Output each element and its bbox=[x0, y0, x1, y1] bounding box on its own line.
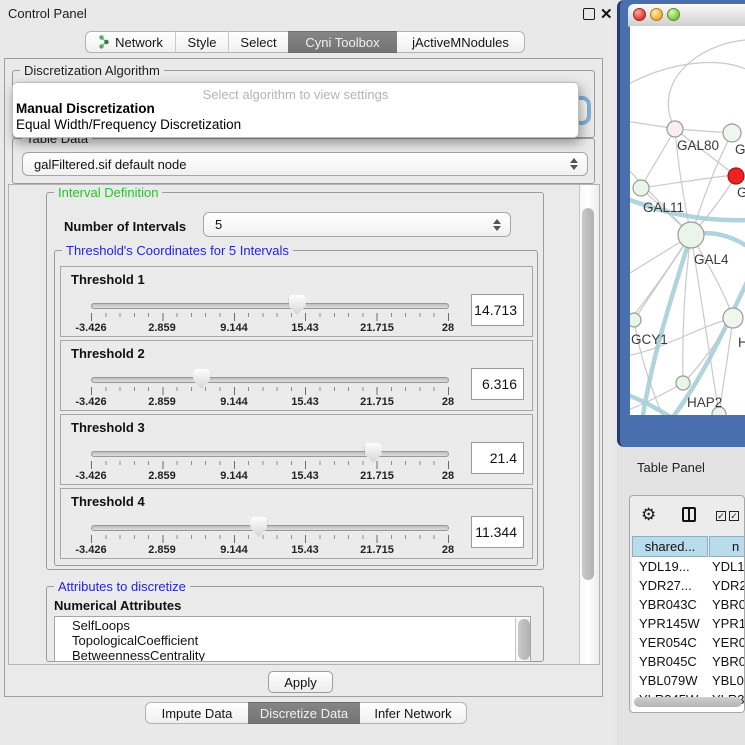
threshold-2-slider-thumb[interactable] bbox=[193, 369, 210, 389]
table-row[interactable]: YIL052CYIL0 bbox=[632, 709, 745, 713]
tab-discretize-data[interactable]: Discretize Data bbox=[248, 702, 360, 724]
threshold-1-value-field[interactable]: 14.713 bbox=[471, 294, 524, 326]
stepper-icon bbox=[570, 158, 578, 170]
table-row[interactable]: YPR145WYPR1 bbox=[632, 614, 745, 633]
table-row[interactable]: YBL079WYBL0 bbox=[632, 671, 745, 690]
node-label: HAP2 bbox=[687, 395, 722, 410]
gear-icon[interactable]: ⚙ bbox=[641, 505, 656, 525]
horizontal-scrollbar-thumb[interactable] bbox=[634, 697, 742, 707]
thresholds-group-label: Threshold's Coordinates for 5 Intervals bbox=[62, 243, 293, 258]
node-hap2[interactable] bbox=[676, 376, 690, 390]
tab-jactivemnodules[interactable]: jActiveMNodules bbox=[397, 31, 525, 53]
node-highlighted-red[interactable] bbox=[728, 168, 744, 184]
tab-infer-network[interactable]: Infer Network bbox=[360, 702, 467, 724]
tab-network[interactable]: Network bbox=[85, 31, 175, 53]
node-gcy1[interactable] bbox=[630, 313, 641, 327]
node-h[interactable] bbox=[723, 308, 743, 328]
list-item[interactable]: TopologicalCoefficient bbox=[72, 633, 198, 648]
table-row[interactable]: YBR045CYBR0 bbox=[632, 652, 745, 671]
threshold-1-slider-thumb[interactable] bbox=[289, 295, 306, 315]
threshold-4-panel: Threshold 4 -3.426 2.859 9.144 15.43 21.… bbox=[60, 488, 533, 559]
node-label: GA bbox=[735, 142, 745, 157]
node-label: G bbox=[737, 185, 745, 200]
column-header-name[interactable]: n bbox=[709, 536, 745, 557]
close-icon[interactable]: ✕ bbox=[600, 5, 613, 23]
table-panel-box: ⚙ ✓ ✓ shared... n YDL19...YDL1 YDR27...Y… bbox=[629, 495, 745, 713]
threshold-4-slider-thumb[interactable] bbox=[250, 517, 267, 537]
list-scrollbar[interactable] bbox=[515, 618, 529, 661]
threshold-2-panel: Threshold 2 -3.426 2.859 9.144 15.43 21.… bbox=[60, 340, 533, 411]
table-data-combo[interactable]: galFiltered.sif default node bbox=[22, 152, 588, 176]
zoom-window-icon[interactable] bbox=[667, 8, 680, 21]
threshold-4-slider-track[interactable] bbox=[91, 525, 449, 531]
node-gal80[interactable] bbox=[667, 121, 683, 137]
control-panel: Control Panel ✕ Network Style Select Cyn… bbox=[0, 0, 613, 745]
tab-style[interactable]: Style bbox=[175, 31, 228, 53]
network-canvas[interactable]: GAL80 GA G GAL11 GAL4 GCY1 H HAP2 bbox=[630, 26, 745, 415]
column-header-shared[interactable]: shared... bbox=[632, 536, 708, 557]
node-label: H bbox=[738, 335, 745, 350]
dropdown-hint: Select algorithm to view settings bbox=[13, 87, 578, 102]
list-item[interactable]: BetweennessCentrality bbox=[72, 648, 205, 662]
node-gal11[interactable] bbox=[633, 180, 649, 196]
number-of-intervals-label: Number of Intervals bbox=[64, 219, 186, 234]
interval-definition-label: Interval Definition bbox=[54, 185, 162, 200]
apply-button[interactable]: Apply bbox=[268, 671, 333, 693]
threshold-3-panel: Threshold 3 -3.426 2.859 9.144 15.43 21.… bbox=[60, 414, 533, 485]
numerical-attributes-list: SelfLoops TopologicalCoefficient Between… bbox=[54, 616, 531, 662]
node-label: GAL11 bbox=[643, 200, 684, 215]
threshold-2-slider-track[interactable] bbox=[91, 377, 449, 383]
settings-scrollbar[interactable] bbox=[579, 185, 599, 664]
close-window-icon[interactable] bbox=[633, 8, 646, 21]
list-item[interactable]: SelfLoops bbox=[72, 618, 130, 633]
settings-scrollbar-thumb[interactable] bbox=[582, 208, 594, 580]
threshold-3-value-field[interactable]: 21.4 bbox=[471, 442, 524, 474]
panel-title: Control Panel bbox=[8, 6, 87, 21]
number-of-intervals-combo[interactable]: 5 bbox=[203, 212, 511, 237]
dropdown-option-equal-width[interactable]: Equal Width/Frequency Discretization bbox=[16, 117, 241, 132]
table-row[interactable]: YDR27...YDR2 bbox=[632, 576, 745, 595]
discretization-algorithm-label: Discretization Algorithm bbox=[20, 63, 164, 78]
dropdown-option-manual[interactable]: Manual Discretization bbox=[16, 101, 155, 116]
threshold-3-slider-thumb[interactable] bbox=[365, 443, 382, 463]
node-top-right[interactable] bbox=[723, 124, 741, 142]
table-panel-title: Table Panel bbox=[637, 460, 705, 475]
threshold-1-slider-track[interactable] bbox=[91, 303, 449, 309]
columns-icon[interactable] bbox=[682, 507, 696, 522]
checkbox-icon[interactable]: ✓ bbox=[729, 511, 739, 521]
node-label: GAL4 bbox=[694, 252, 729, 267]
table-row[interactable]: YBR043CYBR0 bbox=[632, 595, 745, 614]
tab-impute-data[interactable]: Impute Data bbox=[145, 702, 248, 724]
algorithm-dropdown-popup: Select algorithm to view settings Manual… bbox=[12, 82, 579, 138]
table-row[interactable]: YER054CYER0 bbox=[632, 633, 745, 652]
threshold-1-panel: Threshold 1 -3.426 2.859 9.144 15.43 21.… bbox=[60, 266, 533, 337]
checkbox-icon[interactable]: ✓ bbox=[716, 511, 726, 521]
minimize-window-icon[interactable] bbox=[650, 8, 663, 21]
tab-select[interactable]: Select bbox=[228, 31, 288, 53]
network-icon bbox=[98, 35, 110, 49]
tab-cyni-toolbox[interactable]: Cyni Toolbox bbox=[288, 31, 397, 53]
threshold-2-value-field[interactable]: 6.316 bbox=[471, 368, 524, 400]
node-gal4[interactable] bbox=[678, 222, 704, 248]
numerical-attributes-label: Numerical Attributes bbox=[54, 598, 181, 613]
table-row[interactable]: YDL19...YDL1 bbox=[632, 557, 745, 576]
attributes-group-label: Attributes to discretize bbox=[54, 579, 190, 594]
threshold-3-slider-track[interactable] bbox=[91, 451, 449, 457]
horizontal-scrollbar[interactable] bbox=[632, 695, 744, 709]
float-window-icon[interactable] bbox=[583, 8, 595, 20]
threshold-4-value-field[interactable]: 11.344 bbox=[471, 516, 524, 548]
control-panel-titlebar: Control Panel ✕ bbox=[0, 0, 613, 26]
node-label: GAL80 bbox=[677, 138, 719, 153]
stepper-icon bbox=[493, 219, 501, 231]
node-label: GCY1 bbox=[631, 332, 668, 347]
